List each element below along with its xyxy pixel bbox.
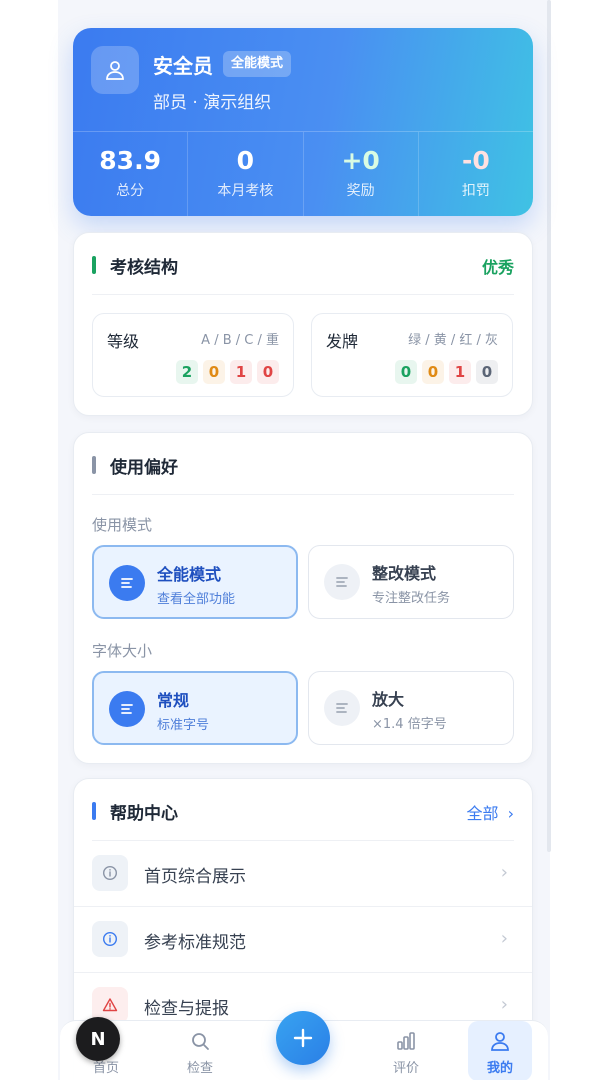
card-title: 帮助中心 — [110, 804, 178, 824]
stats-row: 83.9 总分 0 本月考核 +0 奖励 -0 扣罚 — [73, 131, 533, 216]
card-chips: 0 0 1 0 — [395, 360, 498, 384]
card-legend: 绿 / 黄 / 红 / 灰 — [408, 333, 498, 348]
mode-section-label: 使用模式 — [92, 516, 153, 534]
option-subtitle: 查看全部功能 — [157, 592, 236, 607]
card-title: 使用偏好 — [110, 458, 178, 478]
help-all-link[interactable]: 全部 › — [466, 800, 514, 824]
accent-bar — [92, 802, 96, 820]
help-all-label: 全部 — [466, 804, 499, 823]
grade-chip-b: 0 — [203, 360, 225, 384]
grade-chips: 2 0 1 0 — [176, 360, 279, 384]
mode-option-rectify[interactable]: 整改模式 专注整改任务 — [308, 545, 514, 619]
nav-check[interactable]: 检查 — [168, 1021, 232, 1080]
stat-label: 奖励 — [346, 183, 375, 199]
avatar[interactable] — [91, 46, 139, 94]
option-title: 整改模式 — [372, 564, 437, 583]
structure-card: 考核结构 优秀 等级 A / B / C / 重 2 0 1 0 发牌 绿 / … — [73, 232, 533, 416]
preferences-card: 使用偏好 使用模式 全能模式 查看全部功能 整改模式 专注整改任务 字体大小 常… — [73, 432, 533, 764]
card-header: 帮助中心 全部 › — [92, 779, 514, 841]
chart-icon — [397, 1032, 415, 1050]
scrollbar[interactable] — [547, 0, 551, 852]
user-icon — [106, 61, 124, 80]
stat-penalty[interactable]: -0 扣罚 — [419, 132, 533, 216]
font-option-large[interactable]: 放大 ×1.4 倍字号 — [308, 671, 514, 745]
profile-org: 部员 · 演示组织 — [153, 93, 272, 113]
accent-bar — [92, 256, 96, 274]
stat-value: -0 — [461, 146, 490, 175]
stat-reward[interactable]: +0 奖励 — [304, 132, 419, 216]
option-subtitle: 专注整改任务 — [372, 591, 451, 606]
help-item-label: 首页综合展示 — [144, 867, 246, 887]
info-icon — [92, 855, 128, 891]
list-icon — [324, 690, 360, 726]
font-option-normal[interactable]: 常规 标准字号 — [92, 671, 298, 745]
nav-label: 我的 — [486, 1061, 513, 1076]
search-icon — [192, 1033, 209, 1050]
list-icon — [324, 564, 360, 600]
stat-value: 83.9 — [99, 146, 161, 175]
profile-card[interactable]: 安全员 全能模式 部员 · 演示组织 83.9 总分 0 本月考核 +0 奖励 … — [73, 28, 533, 216]
grade-chip-c: 1 — [230, 360, 252, 384]
help-item-label: 参考标准规范 — [144, 933, 246, 953]
card-chip-green: 0 — [395, 360, 417, 384]
option-subtitle: ×1.4 倍字号 — [372, 717, 447, 732]
list-icon — [109, 691, 145, 727]
stat-total[interactable]: 83.9 总分 — [73, 132, 189, 216]
accent-bar — [92, 456, 96, 474]
font-section-label: 字体大小 — [92, 642, 153, 660]
chevron-right-icon: › — [500, 994, 508, 1015]
stat-label: 总分 — [116, 183, 145, 199]
profile-name: 安全员 — [153, 54, 213, 78]
card-header: 使用偏好 — [92, 433, 514, 495]
card-chip-gray: 0 — [476, 360, 498, 384]
stat-value: 0 — [236, 146, 255, 175]
nav-label: 检查 — [186, 1061, 213, 1076]
grade-chip-heavy: 0 — [257, 360, 279, 384]
grade-chip-a: 2 — [176, 360, 198, 384]
help-item[interactable]: 参考标准规范 › — [74, 907, 532, 973]
card-title: 考核结构 — [110, 258, 178, 278]
status-badge: 优秀 — [481, 258, 514, 277]
grade-legend: A / B / C / 重 — [201, 333, 279, 348]
stat-label: 本月考核 — [217, 183, 274, 199]
chevron-right-icon: › — [500, 862, 508, 883]
card-chip-red: 1 — [449, 360, 471, 384]
option-title: 常规 — [157, 691, 190, 710]
nav-mine[interactable]: 我的 — [468, 1021, 532, 1080]
card-header: 考核结构 优秀 — [92, 233, 514, 295]
option-title: 全能模式 — [157, 565, 222, 584]
nav-evaluate[interactable]: 评价 — [374, 1021, 438, 1080]
grade-title: 等级 — [107, 332, 140, 351]
add-button[interactable] — [276, 1011, 330, 1065]
nav-label: 首页 — [92, 1061, 119, 1076]
card-chip-yellow: 0 — [422, 360, 444, 384]
stat-label: 扣罚 — [461, 183, 490, 199]
help-item[interactable]: 首页综合展示 › — [74, 841, 532, 907]
stat-monthly[interactable]: 0 本月考核 — [188, 132, 304, 216]
mode-badge: 全能模式 — [223, 51, 292, 77]
option-subtitle: 标准字号 — [157, 718, 210, 733]
option-title: 放大 — [372, 690, 405, 709]
card-title: 发牌 — [326, 332, 359, 351]
chevron-right-icon: › — [500, 928, 508, 949]
help-item-label: 检查与提报 — [144, 999, 229, 1019]
mode-option-full[interactable]: 全能模式 查看全部功能 — [92, 545, 298, 619]
user-icon — [491, 1032, 509, 1051]
list-icon — [109, 565, 145, 601]
dev-badge[interactable]: N — [76, 1017, 120, 1061]
plus-icon — [293, 1028, 313, 1048]
grade-box[interactable]: 等级 A / B / C / 重 2 0 1 0 — [92, 313, 294, 397]
stat-value: +0 — [341, 146, 380, 175]
card-box[interactable]: 发牌 绿 / 黄 / 红 / 灰 0 0 1 0 — [311, 313, 513, 397]
chevron-right-icon: › — [507, 804, 514, 823]
nav-label: 评价 — [392, 1061, 419, 1076]
info-icon — [92, 921, 128, 957]
